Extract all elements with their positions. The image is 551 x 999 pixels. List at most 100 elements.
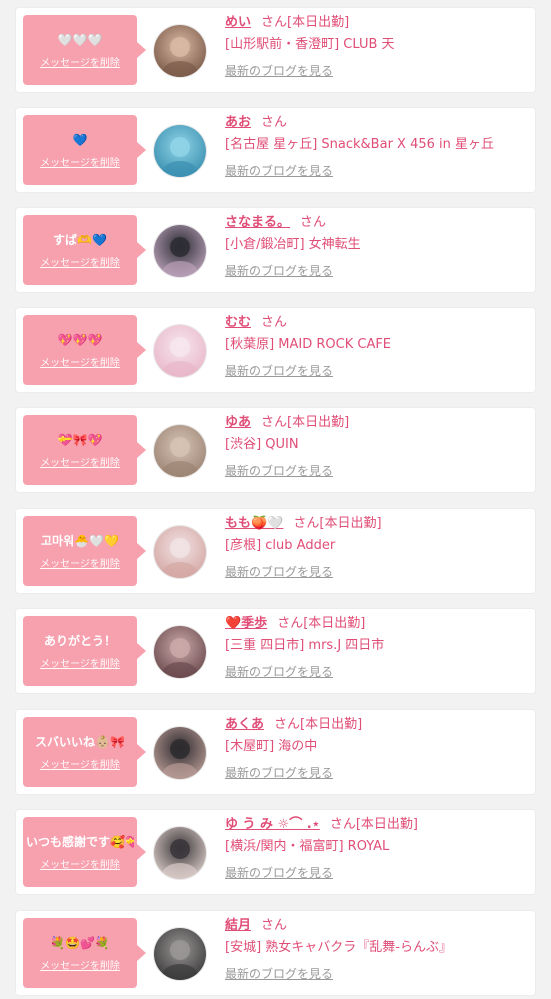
message-text: 💖💖💖 xyxy=(57,332,103,347)
shop-name: [秋葉原] MAID ROCK CAFE xyxy=(225,337,392,352)
message-card: 🤍🤍🤍 メッセージを削除 めいさん[本日出勤] [山形駅前・香澄町] CLUB xyxy=(16,8,535,92)
latest-blog-link[interactable]: 最新のブログを見る xyxy=(225,563,530,580)
shop-name: [安城] 熟女キャバクラ『乱舞-らんぶ』 xyxy=(225,940,452,955)
honorific: さん xyxy=(261,115,288,130)
latest-blog-link[interactable]: 最新のブログを見る xyxy=(225,462,530,479)
message-bubble: 고마워🐣🤍💛 メッセージを削除 xyxy=(23,516,146,586)
message-bubble: すば🫶💙 メッセージを削除 xyxy=(23,215,146,285)
honorific: さん xyxy=(274,717,301,732)
avatar[interactable] xyxy=(153,324,207,378)
latest-blog-link[interactable]: 最新のブログを見る xyxy=(225,62,530,79)
cast-name-link[interactable]: あお xyxy=(225,115,251,130)
honorific: さん xyxy=(261,918,288,933)
cast-name-link[interactable]: むむ xyxy=(225,315,251,330)
honorific: さん xyxy=(261,415,288,430)
latest-blog-link[interactable]: 最新のブログを見る xyxy=(225,663,530,680)
message-card: スバいいね👶🏼🎀 メッセージを削除 あくあさん[本日出勤] [木屋町] 海の中 xyxy=(16,710,535,794)
cast-info: めい さん[本日出勤] [山形駅前・香澄町] CLUB 天 最新のブログを見る xyxy=(225,12,530,79)
cast-name-link[interactable]: もも🍑🤍 xyxy=(225,516,283,531)
cast-name-link[interactable]: めい xyxy=(225,15,251,30)
avatar[interactable] xyxy=(153,124,207,178)
delete-message-link[interactable]: メッセージを削除 xyxy=(40,655,120,670)
avatar-photo-icon xyxy=(154,827,206,879)
cast-name-link[interactable]: 結月 xyxy=(225,918,251,933)
work-status: [本日出勤] xyxy=(319,516,382,531)
avatar-photo-icon xyxy=(154,225,206,277)
latest-blog-link[interactable]: 最新のブログを見る xyxy=(225,162,530,179)
cast-name-line: むむ さん xyxy=(225,312,530,334)
shop-name: [三重 四日市] mrs.J 四日市 xyxy=(225,638,385,653)
avatar-photo-icon xyxy=(154,626,206,678)
shop-name: [小倉/鍛冶町] 女神転生 xyxy=(225,237,361,252)
message-card: 💝🎀💖 メッセージを削除 ゆあ さん[本日出勤] [渋谷] QUIN 最新のブロ… xyxy=(16,408,535,492)
honorific: さん xyxy=(261,15,288,30)
shop-name: [彦根] club Adder xyxy=(225,538,336,553)
honorific: さん xyxy=(329,817,356,832)
cast-name-line: 結月 さん xyxy=(225,915,530,937)
delete-message-link[interactable]: メッセージを削除 xyxy=(40,254,120,269)
delete-message-link[interactable]: メッセージを削除 xyxy=(40,154,120,169)
delete-message-link[interactable]: メッセージを削除 xyxy=(40,957,120,972)
avatar[interactable] xyxy=(153,424,207,478)
avatar-photo-icon xyxy=(154,928,206,980)
work-status: [本日出勤] xyxy=(287,415,350,430)
avatar[interactable] xyxy=(153,24,207,78)
avatar[interactable] xyxy=(153,726,207,780)
delete-message-link[interactable]: メッセージを削除 xyxy=(40,555,120,570)
latest-blog-link[interactable]: 最新のブログを見る xyxy=(225,262,530,279)
work-status: [本日出勤] xyxy=(303,616,366,631)
message-card: 💙 メッセージを削除 あお さん [名古屋 星ヶ丘] Snack&Bar X 45… xyxy=(16,108,535,192)
delete-message-link[interactable]: メッセージを削除 xyxy=(40,454,120,469)
avatar[interactable] xyxy=(153,625,207,679)
message-bubble: 💙 メッセージを削除 xyxy=(23,115,146,185)
message-card: ありがとう！ メッセージを削除 ❤️季歩 さん[本日出勤] [三重 四日市] mr… xyxy=(16,609,535,693)
message-card: 고마워🐣🤍💛 メッセージを削除 もも🍑🤍 さん[本日出勤] [彦根] club … xyxy=(16,509,535,593)
delete-message-link[interactable]: メッセージを削除 xyxy=(40,756,120,771)
cast-name-link[interactable]: さなまる。 xyxy=(225,215,290,230)
message-card: いつも感謝です🥰💝 メッセージを削除 ゆ う み ☼⌒ .⋆ さん[本日出勤] [ xyxy=(16,810,535,894)
cast-info: あくあ さん[本日出勤] [木屋町] 海の中 最新のブログを見る xyxy=(225,714,530,781)
work-status: [本日出勤] xyxy=(287,15,350,30)
cast-name-link[interactable]: ゆ う み ☼⌒ .⋆ xyxy=(225,817,320,832)
cast-name-line: ゆあ さん[本日出勤] xyxy=(225,412,530,434)
message-bubble: 🤍🤍🤍 メッセージを削除 xyxy=(23,15,146,85)
avatar[interactable] xyxy=(153,826,207,880)
message-bubble: 💐🤩💕💐 メッセージを削除 xyxy=(23,918,146,988)
delete-message-link[interactable]: メッセージを削除 xyxy=(40,856,120,871)
shop-name: [横浜/関内・福富町] ROYAL xyxy=(225,839,390,854)
shop-name: [名古屋 星ヶ丘] Snack&Bar X 456 in 星ヶ丘 xyxy=(225,137,495,152)
avatar[interactable] xyxy=(153,224,207,278)
cast-name-line: ゆ う み ☼⌒ .⋆ さん[本日出勤] xyxy=(225,814,530,836)
honorific: さん xyxy=(293,516,320,531)
cast-name-line: ❤️季歩 さん[本日出勤] xyxy=(225,613,530,635)
message-bubble: ありがとう！ メッセージを削除 xyxy=(23,616,146,686)
message-text: 💙 xyxy=(72,132,88,147)
avatar-photo-icon xyxy=(154,125,206,177)
cast-name-line: もも🍑🤍 さん[本日出勤] xyxy=(225,513,530,535)
cast-info: もも🍑🤍 さん[本日出勤] [彦根] club Adder 最新のブログを見る xyxy=(225,513,530,580)
cast-name-link[interactable]: あくあ xyxy=(225,717,264,732)
avatar[interactable] xyxy=(153,927,207,981)
cast-info: さなまる。 さん [小倉/鍛冶町] 女神転生 最新のブログを見る xyxy=(225,212,530,279)
shop-name: [木屋町] 海の中 xyxy=(225,739,318,754)
cast-name-link[interactable]: ゆあ xyxy=(225,415,251,430)
message-text: すば🫶💙 xyxy=(53,232,107,247)
cast-name-line: あお さん xyxy=(225,112,530,134)
latest-blog-link[interactable]: 最新のブログを見る xyxy=(225,362,530,379)
message-text: 🤍🤍🤍 xyxy=(57,32,103,47)
cast-name-line: さなまる。 さん xyxy=(225,212,530,234)
latest-blog-link[interactable]: 最新のブログを見る xyxy=(225,965,530,982)
message-text: 💝🎀💖 xyxy=(57,432,103,447)
delete-message-link[interactable]: メッセージを削除 xyxy=(40,354,120,369)
cast-name-line: めい さん[本日出勤] xyxy=(225,12,530,34)
message-bubble: スバいいね👶🏼🎀 メッセージを削除 xyxy=(23,717,146,787)
delete-message-link[interactable]: メッセージを削除 xyxy=(40,54,120,69)
message-text: いつも感謝です🥰💝 xyxy=(26,834,134,849)
latest-blog-link[interactable]: 最新のブログを見る xyxy=(225,764,530,781)
avatar-photo-icon xyxy=(154,25,206,77)
avatar[interactable] xyxy=(153,525,207,579)
avatar-photo-icon xyxy=(154,727,206,779)
cast-name-link[interactable]: ❤️季歩 xyxy=(225,616,267,631)
latest-blog-link[interactable]: 最新のブログを見る xyxy=(225,864,530,881)
cast-info: あお さん [名古屋 星ヶ丘] Snack&Bar X 456 in 星ヶ丘 最新… xyxy=(225,112,530,179)
